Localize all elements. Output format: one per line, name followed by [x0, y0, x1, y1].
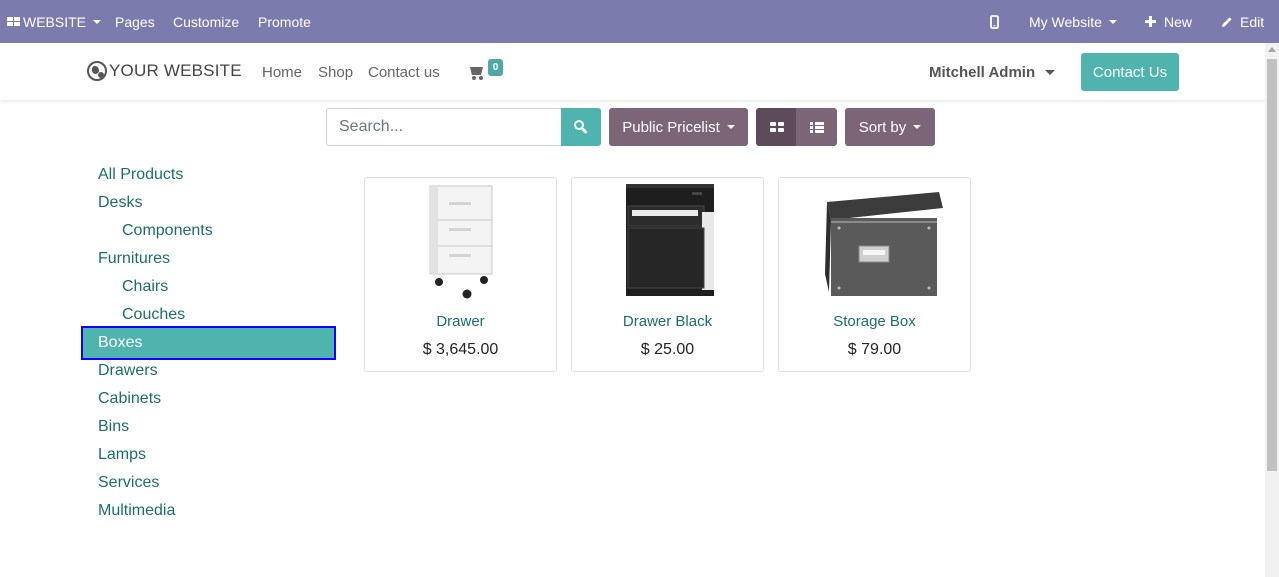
product-search-input[interactable] — [326, 108, 562, 146]
list-view-icon — [809, 121, 824, 133]
product-card[interactable]: Drawer Black $ 25.00 — [571, 177, 764, 372]
promote-menu[interactable]: Promote — [258, 0, 311, 43]
website-menu[interactable]: WEBSITE — [7, 0, 102, 43]
page-scrollbar[interactable] — [1265, 43, 1279, 577]
cart-count-badge: 0 — [488, 59, 503, 76]
category-components[interactable]: Components — [122, 221, 213, 241]
product-card[interactable]: Drawer $ 3,645.00 — [364, 177, 557, 372]
category-bins[interactable]: Bins — [98, 417, 129, 437]
category-boxes-label: Boxes — [98, 334, 143, 351]
category-chairs[interactable]: Chairs — [122, 277, 168, 297]
scrollbar-thumb[interactable] — [1267, 59, 1277, 471]
user-name: Mitchell Admin — [929, 64, 1036, 81]
product-name[interactable]: Storage Box — [779, 313, 970, 330]
pricelist-label: Public Pricelist — [622, 118, 720, 136]
grid-view-icon — [769, 122, 784, 132]
product-name[interactable]: Drawer Black — [572, 313, 763, 330]
search-icon — [574, 120, 588, 135]
contact-us-button[interactable]: Contact Us — [1081, 53, 1179, 91]
category-services[interactable]: Services — [98, 473, 159, 493]
category-all-products[interactable]: All Products — [98, 165, 183, 185]
site-logo[interactable]: YOUR WEBSITE — [87, 61, 242, 81]
scroll-up-arrow-icon[interactable] — [1268, 47, 1276, 52]
caret-down-icon — [1108, 19, 1117, 24]
mobile-icon — [990, 14, 999, 29]
edit-button[interactable]: Edit — [1221, 0, 1264, 43]
apps-grid-icon — [7, 17, 20, 26]
category-cabinets[interactable]: Cabinets — [98, 389, 161, 409]
list-view-button[interactable] — [796, 108, 837, 146]
new-label: New — [1164, 13, 1193, 30]
nav-shop[interactable]: Shop — [318, 64, 353, 81]
grid-view-button[interactable] — [756, 108, 797, 146]
category-furnitures[interactable]: Furnitures — [98, 249, 170, 269]
product-card[interactable]: Storage Box $ 79.00 — [778, 177, 971, 372]
caret-down-icon — [913, 125, 922, 129]
category-drawers[interactable]: Drawers — [98, 361, 158, 381]
site-logo-text: YOUR WEBSITE — [109, 61, 242, 80]
product-image-storage-box[interactable] — [799, 182, 952, 302]
product-price: $ 3,645.00 — [422, 341, 499, 358]
product-image-drawer-black[interactable] — [592, 182, 745, 302]
sort-by-dropdown[interactable]: Sort by — [845, 108, 935, 146]
cart-icon — [470, 67, 483, 75]
globe-icon — [87, 61, 107, 81]
my-website-label: My Website — [1029, 13, 1102, 30]
product-image-drawer[interactable] — [385, 182, 538, 302]
admin-bar: WEBSITE Pages Customize Promote My Websi… — [0, 0, 1279, 43]
website-menu-label: WEBSITE — [23, 13, 87, 30]
caret-down-icon — [93, 19, 102, 24]
new-button[interactable]: New — [1145, 0, 1192, 43]
pricelist-dropdown[interactable]: Public Pricelist — [609, 108, 748, 146]
caret-down-icon — [1045, 70, 1056, 75]
product-name[interactable]: Drawer — [365, 313, 556, 330]
category-couches[interactable]: Couches — [122, 305, 185, 325]
plus-icon — [1145, 16, 1156, 27]
category-multimedia[interactable]: Multimedia — [98, 501, 175, 521]
nav-contact-us[interactable]: Contact us — [368, 64, 440, 81]
nav-home[interactable]: Home — [262, 64, 302, 81]
category-lamps[interactable]: Lamps — [98, 445, 146, 465]
category-boxes[interactable]: Boxes — [81, 326, 336, 360]
pencil-icon — [1222, 16, 1232, 27]
my-website-menu[interactable]: My Website — [1029, 0, 1117, 43]
sort-by-label: Sort by — [858, 118, 907, 136]
category-desks[interactable]: Desks — [98, 193, 142, 213]
customize-menu[interactable]: Customize — [173, 0, 239, 43]
caret-down-icon — [726, 125, 735, 129]
edit-label: Edit — [1240, 13, 1265, 30]
product-price: $ 79.00 — [847, 341, 902, 358]
mobile-preview-button[interactable] — [990, 0, 999, 43]
pages-menu[interactable]: Pages — [115, 0, 155, 43]
site-header: YOUR WEBSITE Home Shop Contact us 0 Mitc… — [0, 43, 1265, 100]
product-price: $ 25.00 — [640, 341, 695, 358]
search-button[interactable] — [561, 108, 601, 146]
user-menu[interactable]: Mitchell Admin — [929, 64, 1056, 81]
